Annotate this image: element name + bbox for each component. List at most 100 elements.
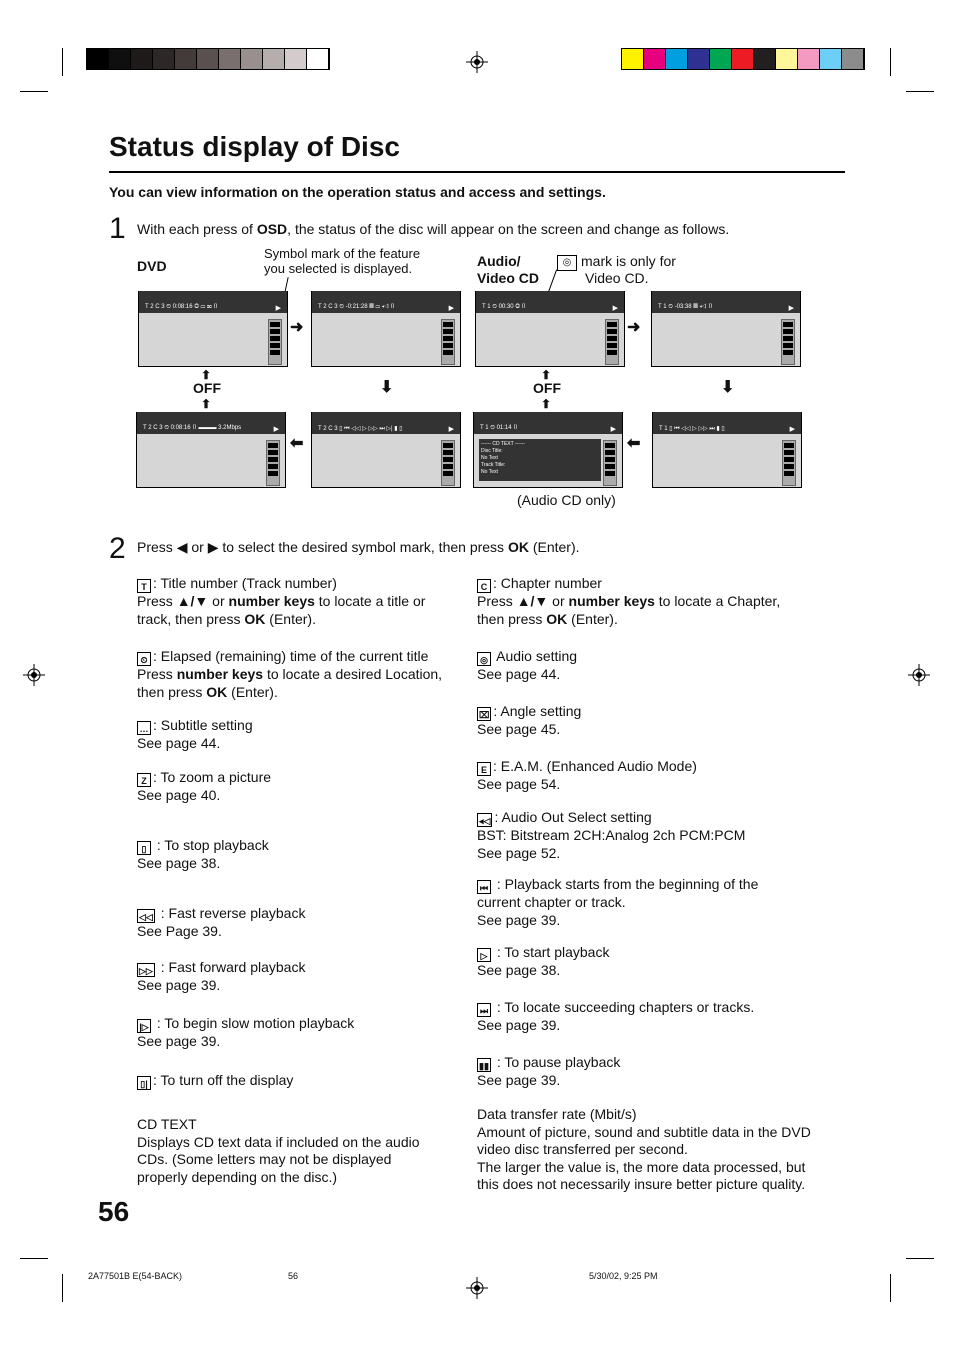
bold-text: OK <box>244 610 266 627</box>
osd-label: OSD <box>256 221 288 237</box>
text: then press <box>137 683 207 700</box>
osd-side-panel <box>605 319 619 365</box>
side-icon <box>607 343 617 348</box>
audio-disc-icon: ◎ <box>557 255 577 271</box>
osd-screen-cd2: T 1 ⏲ -03:38 ▦ ◂◁ ▯ ▶ <box>651 291 801 367</box>
right-arrow-icon: ▶ <box>207 539 219 555</box>
footer-page: 56 <box>288 1271 299 1281</box>
side-icon <box>783 322 793 327</box>
left-item-heading: T: Title number (Track number) <box>137 575 425 593</box>
item-label: : Subtitle setting <box>153 717 253 733</box>
manual-page: Status display of Disc You can view info… <box>0 0 954 1351</box>
item-description-line: Displays CD text data if included on the… <box>137 1134 420 1152</box>
symbol-icon: ▮▮ <box>477 1058 491 1072</box>
item-description-line: See page 44. <box>137 735 253 753</box>
color-swatch <box>307 49 329 69</box>
item-label: : To begin slow motion playback <box>153 1015 355 1031</box>
side-icon <box>443 464 453 469</box>
arrow-up-icon: ⬆ <box>541 397 552 411</box>
color-swatch <box>175 49 197 69</box>
left-item-heading: CD TEXT <box>137 1116 420 1134</box>
item-label: : E.A.M. (Enhanced Audio Mode) <box>493 758 697 774</box>
text: See Page 39. <box>137 923 222 939</box>
grayscale-bars <box>86 48 330 70</box>
left-item-heading: ▯|: To turn off the display <box>137 1072 293 1090</box>
text: or <box>187 539 208 555</box>
item-label: : Audio Out Select setting <box>494 809 652 825</box>
item-description-line: CDs. (Some letters may not be displayed <box>137 1151 420 1169</box>
osd-status-bar: T 2 C 3 ▯ ⏮ ◁◁ ▷ ▷▷ ⏭ ▷| ▮ ▯ ▶ <box>312 412 460 434</box>
side-icon <box>443 336 453 341</box>
item-label: Data transfer rate (Mbit/s) <box>477 1106 637 1122</box>
left-item: …: Subtitle setting See page 44. <box>137 717 253 753</box>
text: (Enter). <box>227 683 278 700</box>
item-description-line: See page 45. <box>477 721 581 739</box>
text: properly depending on the disc.) <box>137 1168 338 1185</box>
left-item: ◁◁ : Fast reverse playback See Page 39. <box>137 905 305 941</box>
cd-text-line: ------ CD TEXT ------ <box>481 441 525 447</box>
play-icon: ▶ <box>610 426 616 433</box>
osd-status-bar: T 1 ⏲ 00:30 ◎ ▯ ▶ <box>476 291 624 313</box>
osd-status-text: T 1 ⏲ -03:38 ▦ ◂◁ ▯ <box>658 304 713 310</box>
text: to locate a desired Location, <box>263 666 443 682</box>
left-item: |▷ : To begin slow motion playback See pa… <box>137 1015 354 1051</box>
text: this does not necessarily insure better … <box>477 1176 806 1192</box>
off-label: OFF <box>193 380 221 396</box>
right-item-heading: ▮▮ : To pause playback <box>477 1054 620 1072</box>
text: (Enter). <box>567 610 618 627</box>
right-item-heading: ◎ Audio setting <box>477 648 577 666</box>
item-label: : Fast forward playback <box>156 959 306 975</box>
osd-status-text: T 1 ⏲ 01:14 ▯ <box>480 425 518 431</box>
audio-cd-only-note: (Audio CD only) <box>517 492 616 508</box>
item-label: : To stop playback <box>153 837 269 853</box>
cd-text-line: Track Title: <box>481 462 506 468</box>
text: BST: Bitstream 2CH:Analog 2ch PCM:PCM <box>477 827 746 843</box>
item-description-line: The larger the value is, the more data p… <box>477 1159 811 1177</box>
crop-mark <box>906 1258 934 1259</box>
text: (Enter). <box>265 610 316 627</box>
color-swatch <box>754 49 776 69</box>
text: See page 44. <box>137 735 221 751</box>
right-item-heading: ⌧: Angle setting <box>477 703 581 721</box>
page-title: Status display of Disc <box>109 131 400 162</box>
arrow-right-icon: ➜ <box>627 319 641 336</box>
color-swatch <box>798 49 820 69</box>
osd-status-text: T 2 C 3 ⏲ -0:21:28 ▦ ▭ ◂◁ ▯ <box>318 304 396 310</box>
cd-text-box: ------ CD TEXT ------ Disc Title: No Text T… <box>479 439 601 481</box>
left-arrow-icon: ◀ <box>176 539 188 555</box>
item-description-line: current chapter or track. <box>477 894 758 912</box>
item-description-line: See page 40. <box>137 787 271 805</box>
item-label: : Fast reverse playback <box>156 905 306 921</box>
left-item: Z: To zoom a picture See page 40. <box>137 769 271 805</box>
text: See page 45. <box>477 721 561 737</box>
side-icon <box>783 343 793 348</box>
text: , the status of the disc will appear on … <box>287 221 730 237</box>
osd-side-panel <box>782 440 796 486</box>
item-label: : Title number (Track number) <box>153 575 337 591</box>
osd-screen-cd4: T 1 ⏲ 01:14 ▯ ▶ ------ CD TEXT ------ Disc … <box>473 412 623 488</box>
color-swatch <box>87 49 109 69</box>
color-swatch <box>131 49 153 69</box>
text: Symbol mark of the feature <box>264 246 421 261</box>
side-icon <box>443 343 453 348</box>
side-icon <box>783 336 793 341</box>
left-item-heading: Z: To zoom a picture <box>137 769 271 787</box>
text: See page 39. <box>477 1017 561 1033</box>
registration-mark-icon <box>466 1277 488 1299</box>
text: video disc transferred per second. <box>477 1141 688 1157</box>
symbol-icon: C <box>477 579 491 593</box>
crop-mark <box>62 48 63 76</box>
item-label: : To pause playback <box>493 1054 621 1070</box>
crop-mark <box>20 1258 48 1259</box>
symbol-icon: ⌧ <box>477 707 492 721</box>
osd-status-bar: T 2 C 3 ⏲ -0:21:28 ▦ ▭ ◂◁ ▯ ▶ <box>312 291 460 313</box>
item-label: : To turn off the display <box>153 1072 294 1088</box>
right-item: ⏮ : Playback starts from the beginning o… <box>477 876 758 929</box>
color-swatch <box>688 49 710 69</box>
symbol-icon: |▷ <box>137 1019 151 1033</box>
item-label: : To zoom a picture <box>153 769 272 785</box>
color-swatch <box>842 49 864 69</box>
text: See page 39. <box>137 977 221 993</box>
dvd-label: DVD <box>137 258 167 274</box>
step-number: 2 <box>109 532 126 565</box>
